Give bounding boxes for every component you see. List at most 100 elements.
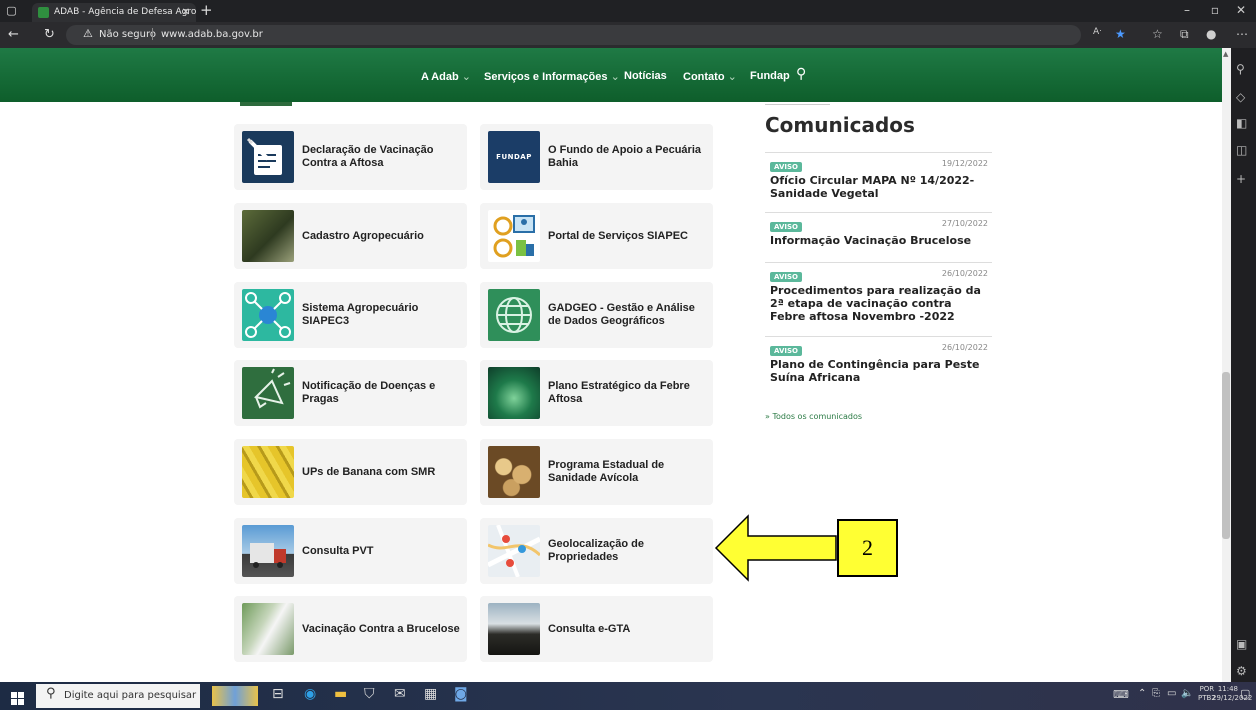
nav-item-contato[interactable]: Contato ⌄	[683, 70, 737, 83]
service-label: O Fundo de Apoio a Pecuária Bahia	[548, 144, 702, 169]
taskbar-search-placeholder[interactable]: Digite aqui para pesquisar	[64, 690, 196, 701]
window-menu-icon[interactable]: ▢	[4, 3, 19, 18]
section-rule	[765, 104, 830, 105]
service-card[interactable]: Programa Estadual de Sanidade Avícola	[480, 439, 713, 505]
search-icon: ⚲	[46, 686, 56, 701]
back-icon[interactable]: ←	[8, 27, 19, 42]
profile-icon[interactable]: ●	[1206, 27, 1216, 41]
megaphone-icon	[242, 367, 294, 419]
search-icon[interactable]: ⚲	[796, 66, 806, 82]
nav-item-a-adab[interactable]: A Adab ⌄	[421, 70, 471, 83]
comunicado-item[interactable]: AVISO 26/10/2022 Plano de Contingência p…	[765, 336, 992, 398]
file-explorer-icon[interactable]: ▬	[334, 686, 347, 702]
service-card[interactable]: Notificação de Doenças e Pragas	[234, 360, 467, 426]
comunicado-date: 26/10/2022	[941, 343, 988, 352]
display-tray-icon[interactable]: ▭	[1167, 688, 1176, 699]
comunicado-date: 19/12/2022	[941, 159, 988, 168]
service-card[interactable]: Cadastro Agropecuário	[234, 203, 467, 269]
app-icon[interactable]: ◙	[454, 686, 468, 702]
aviso-badge: AVISO	[770, 222, 802, 232]
service-label: Declaração de Vacinação Contra a Aftosa	[302, 144, 434, 169]
cut-off-card-icon	[240, 102, 292, 106]
keyboard-icon[interactable]: ⌨	[1113, 688, 1129, 701]
favorites-icon[interactable]: ☆	[1152, 27, 1163, 41]
plan-photo	[488, 367, 540, 419]
fundap-logo: FUNDAP	[488, 131, 540, 183]
sidebar-tag-icon[interactable]: ◇	[1236, 90, 1245, 104]
aviso-badge: AVISO	[770, 162, 802, 172]
new-tab-icon[interactable]: +	[200, 1, 213, 19]
aviso-badge: AVISO	[770, 272, 802, 282]
comunicado-date: 26/10/2022	[941, 269, 988, 278]
mail-icon[interactable]: ✉	[394, 686, 406, 702]
warning-icon[interactable]: ⚠	[83, 27, 93, 40]
close-window-icon[interactable]: ✕	[1230, 3, 1252, 17]
edge-browser-icon[interactable]: ◉	[304, 686, 316, 702]
service-card[interactable]: Consulta PVT	[234, 518, 467, 584]
volume-icon[interactable]: 🔈	[1181, 688, 1193, 699]
collections-icon[interactable]: ⧉	[1180, 27, 1189, 42]
globe-icon	[488, 289, 540, 341]
scroll-up-icon[interactable]: ▲	[1223, 50, 1228, 58]
favorite-star-icon[interactable]: ★	[1115, 27, 1126, 41]
scrollbar-thumb[interactable]	[1222, 372, 1230, 539]
service-card[interactable]: FUNDAP O Fundo de Apoio a Pecuária Bahia	[480, 124, 713, 190]
reload-icon[interactable]: ↻	[44, 27, 55, 42]
calculator-icon[interactable]: ▦	[424, 686, 437, 702]
service-card[interactable]: Consulta e-GTA	[480, 596, 713, 662]
service-card[interactable]: Vacinação Contra a Brucelose	[234, 596, 467, 662]
favicon-icon	[38, 7, 49, 18]
service-card[interactable]: Portal de Serviços SIAPEC	[480, 203, 713, 269]
read-aloud-icon[interactable]: Aᐧ	[1093, 27, 1101, 37]
more-menu-icon[interactable]: ⋯	[1236, 27, 1248, 41]
nav-item-fundap[interactable]: Fundap	[750, 70, 790, 82]
service-card[interactable]: UPs de Banana com SMR	[234, 439, 467, 505]
task-view-icon[interactable]: ⊟	[272, 686, 284, 702]
sidebar-search-icon[interactable]: ⚲	[1236, 62, 1245, 76]
service-label: Geolocalização de Propriedades	[548, 538, 644, 563]
sidebar-office-icon[interactable]: ◧	[1236, 116, 1247, 130]
service-card[interactable]: Geolocalização de Propriedades	[480, 518, 713, 584]
minimize-icon[interactable]: –	[1176, 3, 1198, 17]
comunicado-item[interactable]: AVISO 26/10/2022 Procedimentos para real…	[765, 262, 992, 336]
comunicados-title: Comunicados	[765, 113, 915, 137]
nav-item-servicos[interactable]: Serviços e Informações ⌄	[484, 70, 620, 83]
service-card[interactable]: Sistema Agropecuário SIAPEC3	[234, 282, 467, 348]
service-card[interactable]: Plano Estratégico da Febre Aftosa	[480, 360, 713, 426]
service-label: Notificação de Doenças e Pragas	[302, 380, 436, 405]
maximize-icon[interactable]: ▫	[1204, 3, 1226, 17]
service-label: GADGEO - Gestão e Análise de Dados Geogr…	[548, 302, 695, 327]
farm-photo	[242, 210, 294, 262]
tray-chevron-icon[interactable]: ⌃	[1138, 688, 1146, 699]
windows-start-icon[interactable]	[11, 690, 24, 705]
comunicado-title[interactable]: Ofício Circular MAPA Nº 14/2022- Sanidad…	[770, 174, 990, 200]
sidebar-settings-icon[interactable]: ⚙	[1236, 664, 1247, 678]
network-tray-icon[interactable]: ⎘	[1152, 688, 1160, 699]
clock-time: 11:48	[1217, 685, 1238, 693]
sidebar-outlook-icon[interactable]: ◫	[1236, 143, 1247, 157]
all-comunicados-link[interactable]: » Todos os comunicados	[765, 412, 862, 421]
clock[interactable]: 11:48 29/12/2022	[1212, 685, 1252, 703]
comunicado-item[interactable]: AVISO 27/10/2022 Informação Vacinação Br…	[765, 212, 992, 262]
comunicado-item[interactable]: AVISO 19/12/2022 Ofício Circular MAPA Nº…	[765, 152, 992, 212]
sidebar-layout-icon[interactable]: ▣	[1236, 637, 1247, 651]
security-label[interactable]: Não seguro	[99, 29, 156, 40]
comunicado-title[interactable]: Informação Vacinação Brucelose	[770, 234, 990, 247]
notifications-icon[interactable]: ▢	[1240, 687, 1250, 700]
url-text[interactable]: www.adab.ba.gov.br	[161, 29, 263, 40]
vaccination-document-icon	[242, 131, 294, 183]
browser-tab[interactable]: ADAB - Agência de Defesa Agrop ✕	[32, 3, 196, 22]
service-label: UPs de Banana com SMR	[302, 465, 436, 478]
service-label: Programa Estadual de Sanidade Avícola	[548, 459, 665, 484]
comunicado-title[interactable]: Procedimentos para realização da 2ª etap…	[770, 284, 990, 323]
service-label: Consulta e-GTA	[548, 622, 631, 635]
scrollbar[interactable]	[1222, 48, 1231, 682]
close-tab-icon[interactable]: ✕	[182, 3, 190, 22]
news-widget-icon[interactable]	[212, 686, 258, 706]
service-card[interactable]: GADGEO - Gestão e Análise de Dados Geogr…	[480, 282, 713, 348]
sidebar-add-icon[interactable]: +	[1236, 172, 1246, 186]
service-card[interactable]: Declaração de Vacinação Contra a Aftosa	[234, 124, 467, 190]
comunicado-title[interactable]: Plano de Contingência para Peste Suína A…	[770, 358, 990, 384]
nav-item-noticias[interactable]: Notícias	[624, 70, 667, 82]
store-icon[interactable]: ⛉	[364, 686, 375, 702]
